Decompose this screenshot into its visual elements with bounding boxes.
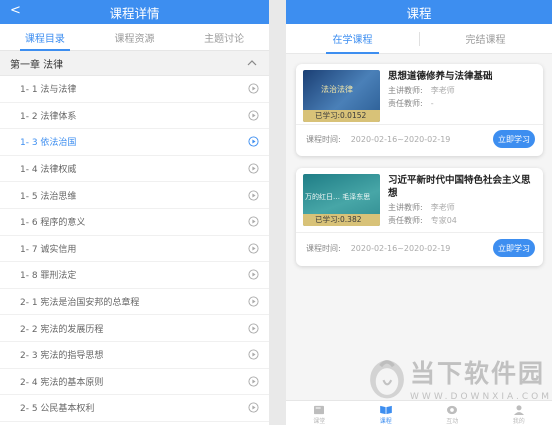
chapter-title: 第一章 法律 bbox=[10, 59, 64, 71]
lesson-item[interactable]: 1- 2 法律体系 bbox=[0, 103, 269, 130]
lesson-item[interactable]: 2- 5 公民基本权利 bbox=[0, 395, 269, 422]
play-icon[interactable] bbox=[248, 402, 259, 413]
lesson-list: 1- 1 法与法律 1- 2 法律体系 1- 3 依法治国 1- 4 法律权威 1- 5… bbox=[0, 76, 269, 422]
person-icon bbox=[513, 405, 524, 415]
lesson-label: 2- 4 宪法的基本原则 bbox=[20, 377, 104, 388]
tab-resources[interactable]: 课程资源 bbox=[90, 24, 180, 50]
lesson-item[interactable]: 1- 7 诚实信用 bbox=[0, 236, 269, 263]
card-divider bbox=[296, 232, 543, 233]
play-icon[interactable] bbox=[248, 190, 259, 201]
teacher-row: 主讲教师: 李老师 bbox=[388, 86, 455, 95]
play-icon[interactable] bbox=[248, 243, 259, 254]
course-detail-screen: < 课程详情 课程目录 课程资源 主题讨论 第一章 法律 1- 1 法与法律 1-… bbox=[0, 0, 269, 425]
study-now-button[interactable]: 立即学习 bbox=[493, 239, 535, 257]
play-icon[interactable] bbox=[248, 136, 259, 148]
chevron-up-icon[interactable] bbox=[245, 56, 259, 70]
study-now-button[interactable]: 立即学习 bbox=[493, 130, 535, 148]
lesson-label: 2- 3 宪法的指导思想 bbox=[20, 351, 104, 362]
courses-screen: 课程 在学课程 完结课程 法治法律 已学习:0.0152 思想道德修养与法律基础… bbox=[286, 0, 552, 425]
course-thumbnail: 法治法律 已学习:0.0152 bbox=[303, 70, 380, 122]
lesson-item[interactable]: 1- 1 法与法律 bbox=[0, 76, 269, 103]
page-title: 课程详情 bbox=[109, 5, 160, 21]
play-icon[interactable] bbox=[248, 83, 259, 94]
lesson-item[interactable]: 2- 1 宪法是治国安邦的总章程 bbox=[0, 289, 269, 316]
course-title: 习近平新时代中国特色社会主义思想 bbox=[388, 175, 531, 199]
tab-in-progress[interactable]: 在学课程 bbox=[286, 24, 419, 54]
lesson-item[interactable]: 2- 4 宪法的基本原则 bbox=[0, 369, 269, 396]
title-bar: 课程 bbox=[286, 0, 552, 24]
bottom-nav: 课堂 课程 互动 我的 bbox=[286, 400, 552, 425]
manager-row: 责任教师: - bbox=[388, 99, 434, 108]
course-time: 课程时间: 2020-02-16~2020-02-19 bbox=[306, 244, 451, 253]
play-icon[interactable] bbox=[248, 269, 259, 280]
course-thumbnail: 万的红日… 毛泽东思 已学习:0.382 bbox=[303, 174, 380, 226]
play-icon[interactable] bbox=[248, 376, 259, 387]
play-icon[interactable] bbox=[248, 163, 259, 174]
progress-label: 已学习:0.0152 bbox=[303, 110, 380, 122]
lesson-item[interactable]: 1- 3 依法治国 bbox=[0, 129, 269, 156]
lesson-item[interactable]: 1- 4 法律权威 bbox=[0, 156, 269, 183]
play-icon[interactable] bbox=[248, 296, 259, 307]
course-card[interactable]: 法治法律 已学习:0.0152 思想道德修养与法律基础 主讲教师: 李老师 责任教… bbox=[296, 64, 543, 156]
lesson-label: 1- 2 法律体系 bbox=[20, 111, 77, 122]
page-title: 课程 bbox=[406, 5, 432, 21]
lesson-label: 1- 3 依法治国 bbox=[20, 138, 77, 149]
lesson-label: 1- 6 程序的意义 bbox=[20, 218, 86, 229]
lesson-label: 1- 1 法与法律 bbox=[20, 85, 77, 96]
play-icon[interactable] bbox=[248, 110, 259, 121]
course-title: 思想道德修养与法律基础 bbox=[388, 71, 493, 82]
lesson-item[interactable]: 1- 6 程序的意义 bbox=[0, 209, 269, 236]
lesson-label: 2- 5 公民基本权利 bbox=[20, 404, 95, 415]
thumbnail-caption: 法治法律 bbox=[321, 85, 353, 94]
nav-item-interact[interactable]: 互动 bbox=[419, 401, 486, 425]
open-book-icon bbox=[379, 405, 392, 415]
play-icon[interactable] bbox=[248, 216, 259, 227]
thumbnail-caption: 万的红日… 毛泽东思 bbox=[305, 193, 371, 201]
chapter-header[interactable]: 第一章 法律 bbox=[0, 51, 269, 76]
lesson-item[interactable]: 2- 2 宪法的发展历程 bbox=[0, 315, 269, 342]
lesson-label: 1- 4 法律权威 bbox=[20, 165, 77, 176]
tab-discussion[interactable]: 主题讨论 bbox=[179, 24, 269, 50]
lesson-label: 1- 5 法治思维 bbox=[20, 191, 77, 202]
play-icon[interactable] bbox=[248, 349, 259, 360]
lesson-item[interactable]: 1- 5 法治思维 bbox=[0, 182, 269, 209]
play-icon[interactable] bbox=[248, 323, 259, 334]
progress-label: 已学习:0.382 bbox=[303, 214, 380, 226]
title-bar: < 课程详情 bbox=[0, 0, 269, 24]
lesson-item[interactable]: 1- 8 罪刑法定 bbox=[0, 262, 269, 289]
course-card[interactable]: 万的红日… 毛泽东思 已学习:0.382 习近平新时代中国特色社会主义思想 主讲… bbox=[296, 168, 543, 266]
nav-item-courses[interactable]: 课程 bbox=[353, 401, 420, 425]
detail-tabs: 课程目录 课程资源 主题讨论 bbox=[0, 24, 269, 51]
lesson-label: 2- 2 宪法的发展历程 bbox=[20, 324, 104, 335]
chat-icon bbox=[447, 405, 458, 415]
tab-completed[interactable]: 完结课程 bbox=[419, 24, 552, 53]
nav-item-profile[interactable]: 我的 bbox=[486, 401, 552, 425]
tab-catalog[interactable]: 课程目录 bbox=[0, 24, 90, 51]
nav-item-classroom[interactable]: 课堂 bbox=[286, 401, 353, 425]
back-icon[interactable]: < bbox=[10, 3, 21, 19]
lesson-item[interactable]: 2- 3 宪法的指导思想 bbox=[0, 342, 269, 369]
manager-row: 责任教师: 专家04 bbox=[388, 216, 457, 225]
lesson-label: 2- 1 宪法是治国安邦的总章程 bbox=[20, 298, 140, 309]
lesson-label: 1- 8 罪刑法定 bbox=[20, 271, 77, 282]
lesson-label: 1- 7 诚实信用 bbox=[20, 244, 77, 255]
card-divider bbox=[296, 124, 543, 125]
course-time: 课程时间: 2020-02-16~2020-02-19 bbox=[306, 135, 451, 144]
book-icon bbox=[314, 405, 325, 415]
course-tabs: 在学课程 完结课程 bbox=[286, 24, 552, 54]
teacher-row: 主讲教师: 李老师 bbox=[388, 203, 455, 212]
